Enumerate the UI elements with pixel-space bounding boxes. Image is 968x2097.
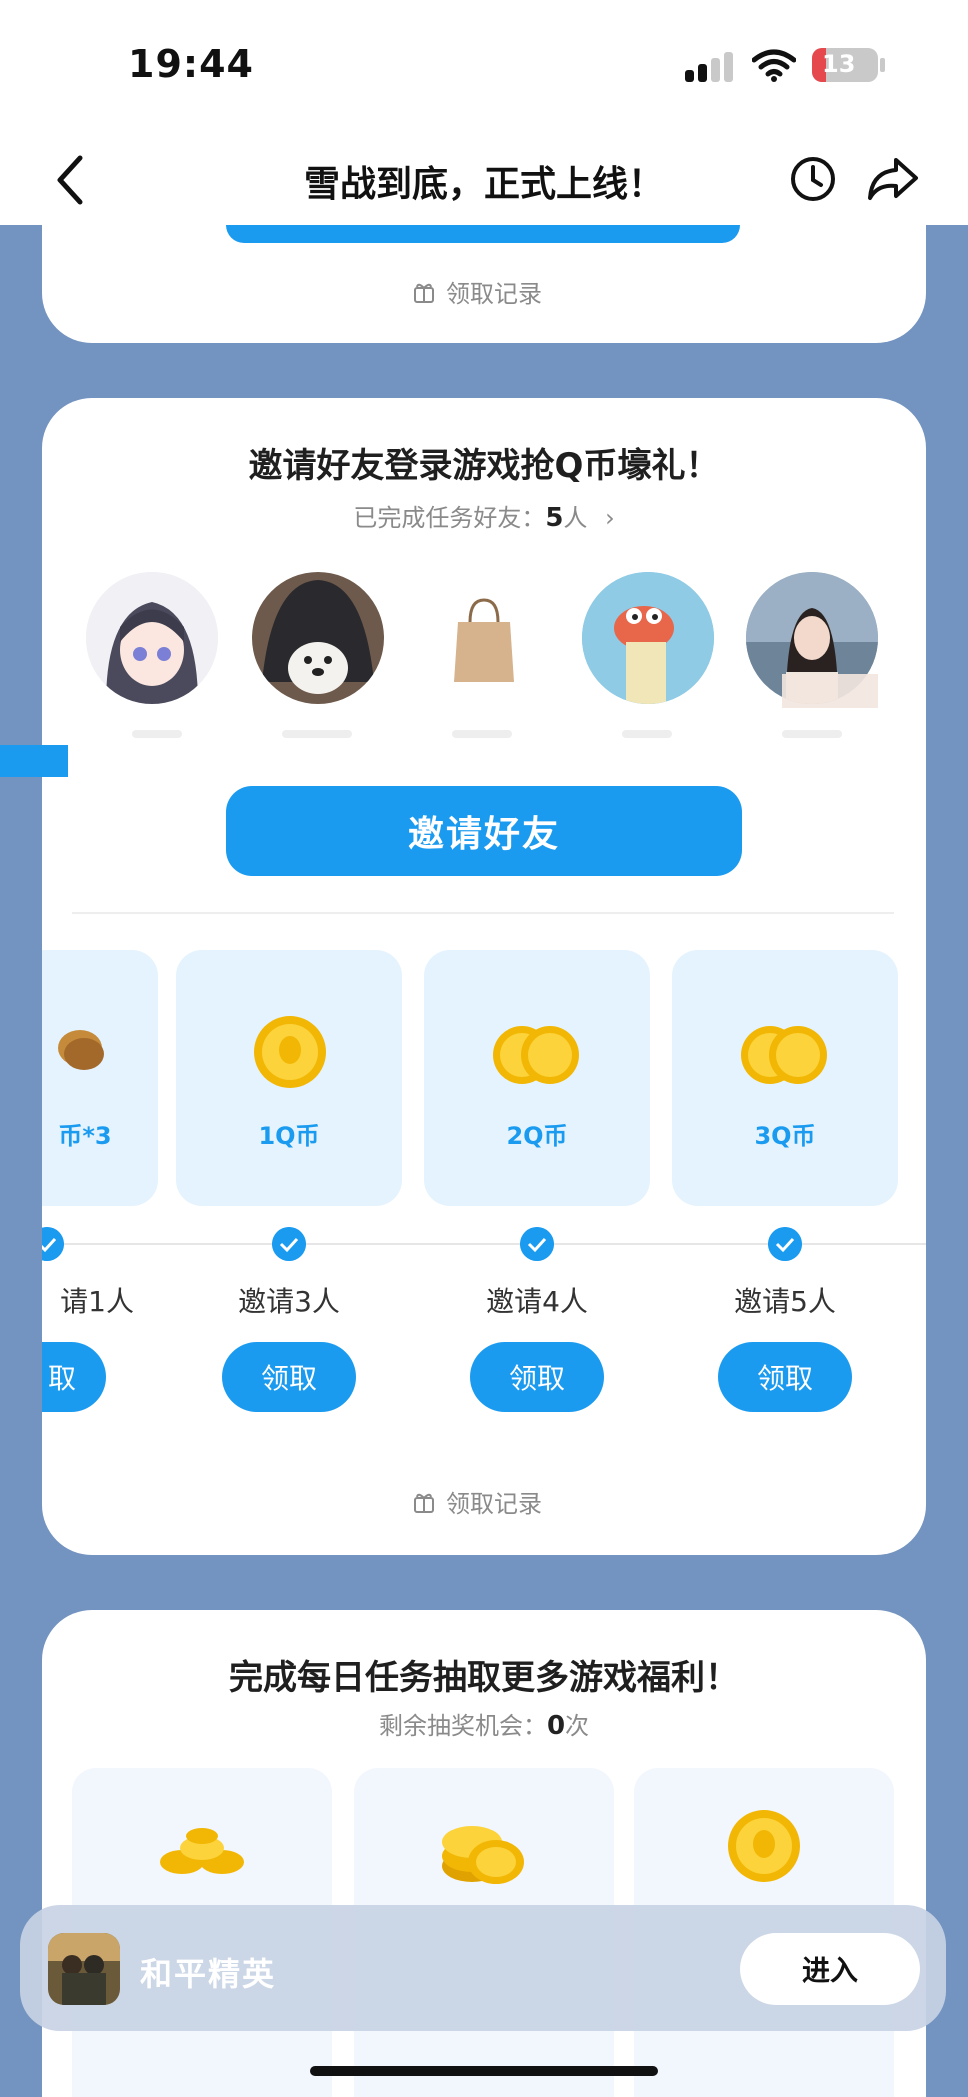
check-icon: [768, 1227, 802, 1261]
step-label: 邀请5人: [734, 1285, 836, 1318]
reward-label: 2Q币: [506, 1122, 568, 1150]
app-launch-bar: 和平精英 进入: [20, 1905, 946, 2031]
gift-icon: [414, 1493, 434, 1513]
check-icon: [520, 1227, 554, 1261]
friend-avatar: [582, 572, 714, 704]
record-link[interactable]: 领取记录: [412, 274, 542, 309]
q-coins-icon: [493, 1026, 579, 1084]
daily-card-title: 完成每日任务抽取更多游戏福利！: [229, 1658, 739, 1698]
divider: [72, 912, 894, 914]
battery-level: 13: [822, 50, 856, 78]
reward-label: 1Q币: [258, 1122, 320, 1150]
claim-button[interactable]: 领取: [222, 1342, 356, 1412]
friend-avatar: [86, 572, 218, 704]
friend-name: [282, 730, 352, 738]
invite-card-title: 邀请好友登录游戏抢Q币壕礼！: [248, 446, 720, 486]
friend-name: [132, 730, 182, 738]
claim-button[interactable]: 领取: [470, 1342, 604, 1412]
friend-avatar: [252, 572, 384, 704]
q-coin-icon: [254, 1016, 326, 1088]
chevron-right-icon: ›: [605, 504, 615, 532]
cellular-signal-icon: [685, 52, 737, 82]
claim-button-edge[interactable]: [226, 225, 740, 243]
claim-button[interactable]: 领取: [718, 1342, 852, 1412]
check-icon: [42, 1227, 64, 1261]
reward-tier-4: 3Q币: [672, 950, 898, 1206]
status-time: 19:44: [128, 42, 254, 86]
friend-name: [782, 730, 842, 738]
coins-icon: [58, 1030, 104, 1070]
reward-tier-2: 1Q币: [176, 950, 402, 1206]
record-link-label: 领取记录: [446, 1490, 542, 1518]
completed-friends-prefix: 已完成任务好友：: [353, 504, 546, 532]
completed-friends-count[interactable]: 已完成任务好友：5人 ›: [42, 498, 926, 533]
record-link[interactable]: 领取记录: [412, 1484, 542, 1519]
invite-friends-card: 邀请好友登录游戏抢Q币壕礼！ 已完成任务好友：5人 › 邀请好友 币*3 1Q币…: [42, 398, 926, 1555]
friend-name: [622, 730, 672, 738]
home-indicator: [310, 2066, 658, 2076]
friend-name: [452, 730, 512, 738]
enter-game-button[interactable]: 进入: [740, 1933, 920, 2005]
check-icon: [272, 1227, 306, 1261]
side-tab[interactable]: [0, 745, 68, 777]
wifi-icon: [752, 49, 796, 82]
history-clock-icon[interactable]: [788, 154, 838, 204]
reward-tier-3: 2Q币: [424, 950, 650, 1206]
remaining-draws-prefix: 剩余抽奖机会：: [378, 1712, 547, 1740]
top-bar: 19:44 13 雪战到底，正式上线！: [0, 0, 968, 225]
game-app-icon: [48, 1933, 120, 2005]
remaining-draws-number: 0: [546, 1711, 566, 1741]
coin-stack-icon: [442, 1826, 524, 1884]
step-label: 请1人: [60, 1285, 134, 1318]
reward-label: 币*3: [58, 1122, 112, 1150]
app-name: 和平精英: [140, 1955, 277, 1993]
q-coin-icon: [728, 1810, 800, 1882]
step-label: 邀请4人: [486, 1285, 588, 1318]
invite-friends-button[interactable]: 邀请好友: [226, 786, 742, 876]
battery-cap: [880, 58, 885, 72]
completed-friends-number: 5: [545, 503, 564, 533]
share-icon[interactable]: [866, 154, 920, 204]
battery-icon: 13: [812, 48, 878, 82]
reward-tier-1: 币*3: [42, 950, 158, 1206]
shopping-bag-icon: [418, 572, 550, 704]
blur-patch: [782, 674, 878, 708]
coin-pile-icon: [160, 1828, 244, 1874]
record-link-label: 领取记录: [446, 280, 542, 308]
gift-icon: [414, 283, 434, 303]
reward-label: 3Q币: [754, 1122, 816, 1150]
claim-button[interactable]: 取: [42, 1342, 106, 1412]
step-label: 邀请3人: [238, 1285, 340, 1318]
q-coins-icon: [741, 1026, 827, 1084]
remaining-draws: 剩余抽奖机会：0次: [42, 1706, 926, 1741]
remaining-draws-suffix: 次: [565, 1712, 590, 1740]
completed-friends-suffix: 人: [563, 504, 588, 532]
